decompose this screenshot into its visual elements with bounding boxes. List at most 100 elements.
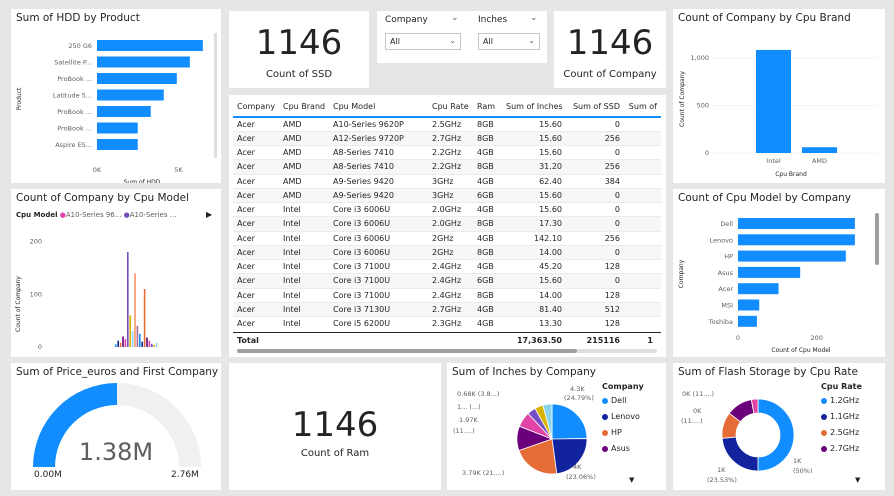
table-cell	[624, 288, 661, 303]
legend-item[interactable]: Dell	[602, 396, 644, 405]
y-tick-label: 500	[697, 102, 709, 110]
legend-scroll-down-icon[interactable]: ▼	[629, 476, 634, 484]
legend-item[interactable]: Asus	[602, 444, 644, 453]
table-row[interactable]: Acer Intel Core i3 7100U 2.4GHz 8GB 14.00 128	[233, 288, 661, 303]
table-cell: 3GHz	[428, 188, 473, 204]
slicer-inches-chevron-icon[interactable]: ⌄	[530, 13, 538, 23]
cpu-brand-card[interactable]: Count of Company by Cpu Brand 1,000 500 0 I…	[673, 9, 885, 183]
slicer-company-title: Company	[385, 15, 428, 25]
bar[interactable]	[738, 250, 846, 262]
bar[interactable]	[97, 89, 164, 101]
legend-item[interactable]: 2.7GHz	[821, 444, 862, 453]
pie-legend[interactable]: Company Dell Lenovo HP Asus	[602, 382, 644, 460]
bar[interactable]	[122, 336, 124, 347]
table-row[interactable]: Acer AMD A8-Series 7410 2.2GHz 4GB 15.60 0	[233, 145, 661, 161]
bar[interactable]	[119, 342, 122, 347]
bar[interactable]	[738, 283, 779, 295]
bar[interactable]	[117, 340, 119, 347]
bar[interactable]	[153, 344, 155, 347]
table-row[interactable]: Acer Intel Core i3 6006U 2.0GHz 8GB 17.30 0	[233, 216, 661, 232]
total-label: Total	[237, 336, 259, 345]
cpu-brand-bar-chart[interactable]: 1,0005000Intel AMDCpu BrandCount of Compa…	[673, 9, 885, 183]
horizontal-scrollbar-thumb[interactable]	[237, 349, 577, 353]
legend-item[interactable]: 1.2GHz	[821, 396, 862, 405]
bar[interactable]	[143, 289, 146, 347]
bar[interactable]	[97, 139, 138, 150]
bar[interactable]	[97, 106, 151, 117]
bar[interactable]	[97, 40, 203, 51]
cpu-model-bar-chart[interactable]: 200 100 0 Count of Company	[11, 189, 221, 357]
bar[interactable]	[127, 252, 129, 347]
legend-item[interactable]: 1.1GHz	[821, 412, 862, 421]
flash-donut-card[interactable]: Sum of Flash Storage by Cpu Rate 0K (11.…	[673, 363, 885, 490]
column-header[interactable]: Cpu Brand	[279, 97, 329, 118]
hdd-by-product-card[interactable]: Sum of HDD by Product 250 G6 Satellite P.…	[11, 9, 221, 183]
bar[interactable]	[131, 331, 134, 347]
table-row[interactable]: Acer Intel Core i3 6006U 2.0GHz 4GB 15.60 0	[233, 202, 661, 218]
legend-item[interactable]: Lenovo	[602, 412, 644, 421]
cpu-model-company-bar-chart[interactable]: DellLenovoHPAsusAcerMSIToshiba0 200Count …	[673, 189, 885, 357]
table-row[interactable]: Acer Intel Core i3 7100U 2.4GHz 4GB 45.20 128	[233, 259, 661, 275]
vertical-scrollbar[interactable]	[875, 213, 879, 265]
bar[interactable]	[151, 343, 153, 347]
hdd-bar-chart[interactable]: 250 G6 Satellite P... ProBook ... Latitude …	[11, 9, 221, 183]
bar[interactable]	[738, 218, 855, 229]
pie-slice[interactable]	[757, 398, 795, 472]
bar[interactable]	[155, 342, 158, 347]
bar[interactable]	[738, 315, 757, 327]
bar[interactable]	[97, 56, 190, 68]
bar[interactable]	[148, 340, 151, 347]
table-row[interactable]: Acer AMD A9-Series 9420 3GHz 6GB 15.60 0	[233, 188, 661, 204]
column-header[interactable]: Cpu Rate	[428, 97, 473, 118]
bar[interactable]	[115, 344, 117, 347]
bar[interactable]	[124, 339, 127, 347]
bar[interactable]	[738, 266, 801, 278]
column-header[interactable]: Sum of Inches	[502, 97, 566, 118]
cpu-model-card[interactable]: Count of Company by Cpu Model Cpu Model …	[11, 189, 221, 357]
bar[interactable]	[141, 341, 143, 347]
bar[interactable]	[738, 299, 760, 311]
table-row[interactable]: Acer AMD A9-Series 9420 3GHz 4GB 62.40 384	[233, 174, 661, 189]
slicer-company-dropdown[interactable]: All ⌄	[385, 33, 461, 50]
table-body-viewport[interactable]: Company Cpu Brand Cpu Model Cpu Rate Ram Sum …	[233, 97, 661, 329]
donut-legend[interactable]: Cpu Rate 1.2GHz 1.1GHz 2.5GHz 2.7GHz	[821, 382, 862, 460]
bar[interactable]	[139, 333, 141, 347]
table-row[interactable]: Acer AMD A10-Series 9620P 2.5GHz 8GB 15.60 0	[233, 117, 661, 132]
cpu-model-by-company-card[interactable]: Count of Cpu Model by Company Dell Lenovo…	[673, 189, 885, 357]
column-header[interactable]: Sum of SSD	[566, 97, 624, 118]
column-header[interactable]: Cpu Model	[329, 97, 428, 118]
pie-slice[interactable]	[551, 438, 588, 475]
details-table-card[interactable]: Company Cpu Brand Cpu Model Cpu Rate Ram Sum …	[229, 95, 666, 357]
column-header[interactable]: Company	[233, 97, 279, 118]
slicer-inches-dropdown[interactable]: All ⌄	[478, 33, 540, 50]
bar[interactable]	[97, 73, 177, 84]
bar[interactable]	[756, 49, 791, 153]
legend-item[interactable]: 2.5GHz	[821, 428, 862, 437]
table-row[interactable]: Acer AMD A12-Series 9720P 2.7GHz 8GB 15.60 256	[233, 131, 661, 147]
table-cell: 8GB	[473, 117, 502, 132]
table-row[interactable]: Acer Intel Core i3 6006U 2GHz 4GB 142.10 256	[233, 231, 661, 246]
pie-slice[interactable]	[721, 436, 759, 472]
bar[interactable]	[136, 325, 139, 347]
table-row[interactable]: Acer AMD A8-Series 7410 2.2GHz 8GB 31.20 256	[233, 159, 661, 175]
slicer-company-chevron-icon[interactable]: ⌄	[451, 13, 459, 23]
table-row[interactable]: Acer Intel Core i3 7100U 2.4GHz 6GB 15.60 0	[233, 273, 661, 289]
inches-pie-card[interactable]: Sum of Inches by Company 4.3K (24.79%) 4K(…	[447, 363, 666, 490]
price-gauge-card[interactable]: Sum of Price_euros and First Company 1.3…	[11, 363, 221, 490]
table-row[interactable]: Acer Intel Core i3 6006U 2GHz 8GB 14.00 0	[233, 245, 661, 261]
bar[interactable]	[129, 315, 131, 347]
bar[interactable]	[738, 234, 855, 246]
column-header[interactable]: Sum of	[624, 97, 661, 118]
pie-slice[interactable]	[551, 403, 588, 440]
legend-scroll-down-icon[interactable]: ▼	[855, 476, 860, 484]
bar[interactable]	[97, 122, 138, 134]
table-cell: 0	[566, 216, 624, 232]
legend-item[interactable]: HP	[602, 428, 644, 437]
bar[interactable]	[134, 273, 136, 347]
column-header[interactable]: Ram	[473, 97, 502, 118]
horizontal-scrollbar[interactable]	[237, 349, 657, 353]
bar[interactable]	[146, 337, 148, 347]
table-row[interactable]: Acer Intel Core i3 7130U 2.7GHz 4GB 81.40 512	[233, 302, 661, 318]
table-row[interactable]: Acer Intel Core i5 6200U 2.3GHz 4GB 13.30 128	[233, 316, 661, 329]
bar[interactable]	[802, 147, 837, 153]
